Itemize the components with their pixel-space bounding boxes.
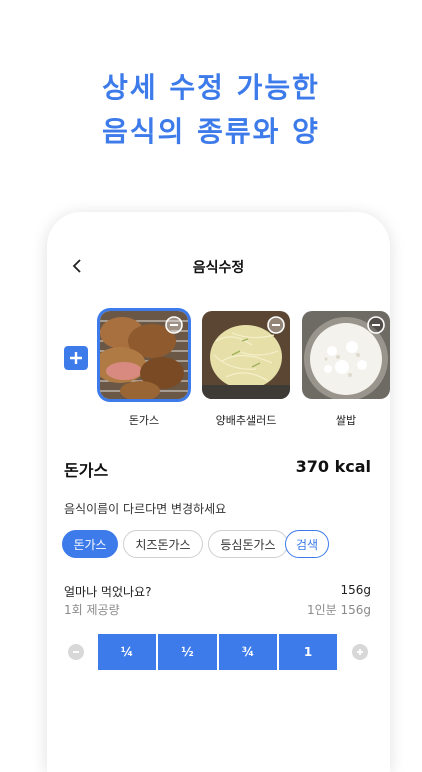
food-thumb-cabbage-salad[interactable] (202, 311, 290, 399)
food-label: 쌀밥 (335, 414, 357, 427)
remove-food-icon[interactable] (367, 316, 385, 334)
minus-icon (73, 651, 79, 653)
name-chip-pork-cutlet[interactable]: 돈가스 (62, 530, 118, 558)
add-food-button[interactable] (64, 346, 88, 370)
quantity-amount: 156g (340, 583, 371, 597)
remove-food-icon[interactable] (165, 316, 183, 334)
page-title: 음식수정 (192, 260, 245, 276)
portion-quarter[interactable]: ¼ (98, 634, 156, 670)
serving-label: 1회 제공량 (64, 603, 120, 617)
rename-hint: 음식이름이 다르다면 변경하세요 (64, 502, 227, 516)
portion-three-quarters[interactable]: ¾ (219, 634, 277, 670)
serving-value: 1인분 156g (306, 603, 371, 617)
promo-headline: 상세 수정 가능한 음식의 종류와 양 (0, 66, 422, 154)
plus-icon (70, 352, 82, 364)
search-button[interactable]: 검색 (285, 530, 329, 558)
increase-button[interactable] (352, 644, 368, 660)
remove-food-icon[interactable] (267, 316, 285, 334)
food-label: 양배추샐러드 (215, 414, 277, 427)
plus-icon (357, 649, 363, 655)
food-thumb-pork-cutlet[interactable] (100, 311, 188, 399)
food-thumb-rice[interactable] (302, 311, 390, 399)
selected-food-kcal: 370 kcal (295, 457, 371, 476)
quantity-question: 얼마나 먹었나요? (64, 585, 152, 599)
headline-line-2: 음식의 종류와 양 (102, 115, 320, 148)
phone-screen: 음식수정 돈가스 양배추샐러드 쌀밥 돈가스 370 kcal 음식이름이 다르… (47, 212, 390, 772)
portion-full[interactable]: 1 (279, 634, 337, 670)
selected-food-name: 돈가스 (64, 461, 109, 480)
portion-half[interactable]: ½ (158, 634, 217, 670)
decrease-button[interactable] (68, 644, 84, 660)
name-chip-cheese-cutlet[interactable]: 치즈돈가스 (123, 530, 203, 558)
name-chip-loin-cutlet[interactable]: 등심돈가스 (208, 530, 288, 558)
food-label: 돈가스 (128, 414, 160, 427)
headline-line-1: 상세 수정 가능한 (102, 71, 320, 104)
